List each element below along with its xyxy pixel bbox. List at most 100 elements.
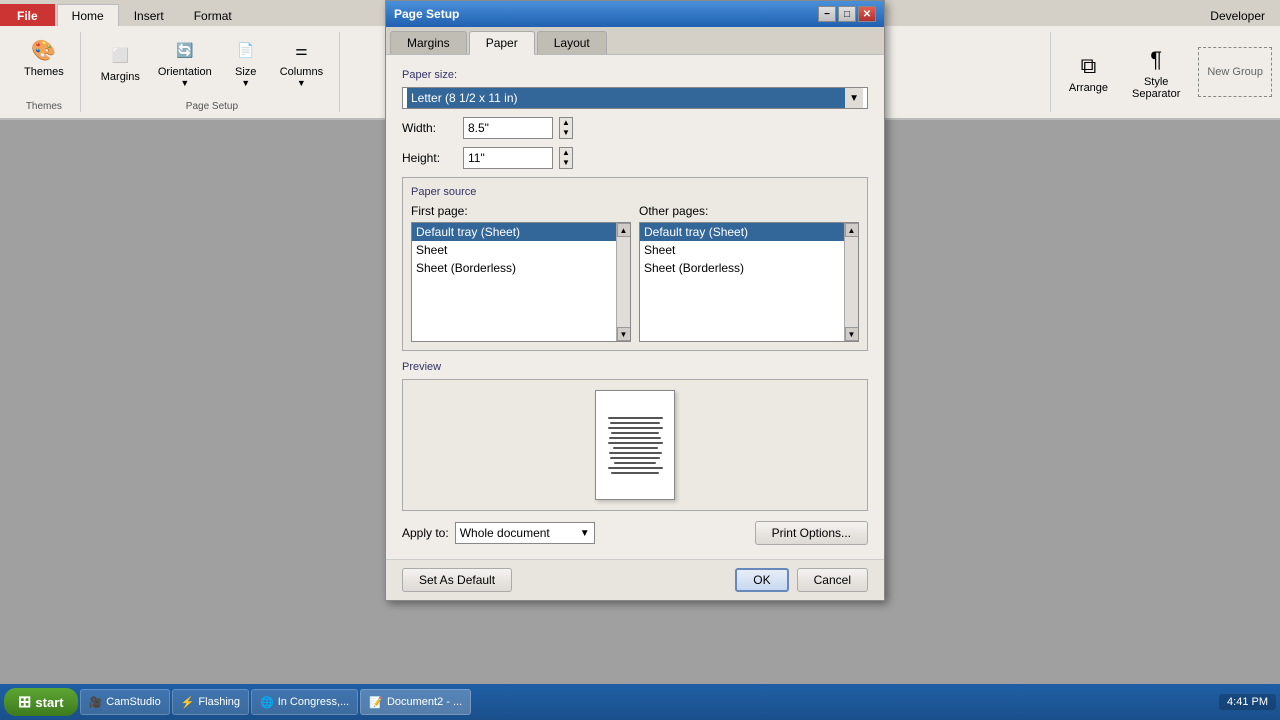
preview-box — [402, 379, 868, 511]
apply-to-select[interactable]: Whole document ▼ — [455, 522, 595, 544]
first-page-scrollbar[interactable]: ▲ ▼ — [616, 223, 630, 341]
height-label: Height: — [402, 151, 457, 165]
height-spinner[interactable]: ▲ ▼ — [559, 147, 573, 169]
other-page-item-1[interactable]: Sheet — [640, 241, 858, 259]
arrange-button[interactable]: ⧉ Arrange — [1063, 48, 1114, 96]
paper-size-row: Letter (8 1/2 x 11 in) ▼ — [402, 87, 868, 109]
orientation-button[interactable]: 🔄 Orientation ▼ — [152, 32, 218, 90]
ok-button[interactable]: OK — [735, 568, 788, 592]
preview-line-2 — [610, 422, 660, 424]
size-icon: 📄 — [230, 34, 262, 66]
scrollbar-up-icon[interactable]: ▲ — [617, 223, 631, 237]
themes-icon: 🎨 — [28, 34, 60, 66]
other-pages-list[interactable]: Default tray (Sheet) Sheet Sheet (Border… — [639, 222, 859, 342]
themes-group-label: Themes — [26, 101, 62, 112]
other-pages-scrollbar[interactable]: ▲ ▼ — [844, 223, 858, 341]
taskbar-item-flashing[interactable]: ⚡ Flashing — [172, 689, 249, 715]
themes-button[interactable]: 🎨 Themes — [18, 32, 70, 80]
apply-row: Apply to: Whole document ▼ Print Options… — [402, 521, 868, 545]
taskbar-item-camstudio[interactable]: 🎥 CamStudio — [80, 689, 170, 715]
ribbon-group-page-setup: ⬜ Margins 🔄 Orientation ▼ 📄 Size ▼ ⚌ Col… — [85, 32, 340, 112]
first-page-list[interactable]: Default tray (Sheet) Sheet Sheet (Border… — [411, 222, 631, 342]
flashing-icon: ⚡ — [181, 696, 195, 709]
preview-line-10 — [614, 462, 656, 464]
width-spinner[interactable]: ▲ ▼ — [559, 117, 573, 139]
height-input[interactable]: 11" — [463, 147, 553, 169]
print-options-button[interactable]: Print Options... — [755, 521, 868, 545]
tab-layout[interactable]: Layout — [537, 31, 607, 54]
scrollbar-down-icon[interactable]: ▼ — [617, 327, 631, 341]
orientation-icon: 🔄 — [169, 34, 201, 66]
page-setup-dialog: Page Setup − □ ✕ Margins Paper Layout Pa… — [385, 0, 885, 601]
taskbar: ⊞ start 🎥 CamStudio ⚡ Flashing 🌐 In Cong… — [0, 684, 1280, 720]
camstudio-icon: 🎥 — [89, 696, 103, 709]
preview-paper — [595, 390, 675, 500]
first-page-item-2[interactable]: Sheet (Borderless) — [412, 259, 630, 277]
size-button[interactable]: 📄 Size ▼ — [224, 32, 268, 90]
minimize-button[interactable]: − — [818, 6, 836, 22]
paper-size-select[interactable]: Letter (8 1/2 x 11 in) ▼ — [402, 87, 868, 109]
close-button[interactable]: ✕ — [858, 6, 876, 22]
other-scrollbar-down-icon[interactable]: ▼ — [845, 327, 859, 341]
tab-format[interactable]: Format — [179, 4, 247, 26]
style-separator-button[interactable]: ¶ StyleSeparator — [1126, 42, 1186, 102]
dialog-title-buttons: − □ ✕ — [818, 6, 876, 22]
first-page-item-1[interactable]: Sheet — [412, 241, 630, 259]
preview-label: Preview — [402, 361, 868, 373]
apply-label: Apply to: — [402, 526, 449, 540]
preview-line-7 — [613, 447, 658, 449]
columns-icon: ⚌ — [285, 34, 317, 66]
congress-icon: 🌐 — [260, 696, 274, 709]
preview-line-4 — [611, 432, 659, 434]
taskbar-right: 4:41 PM — [1219, 694, 1276, 710]
developer-ribbon-section: ⧉ Arrange ¶ StyleSeparator New Group — [1050, 32, 1272, 112]
dialog-tab-bar: Margins Paper Layout — [386, 27, 884, 55]
preview-line-8 — [609, 452, 662, 454]
preview-line-9 — [610, 457, 660, 459]
tab-insert[interactable]: Insert — [119, 4, 179, 26]
preview-line-11 — [608, 467, 663, 469]
apply-dropdown-icon: ▼ — [580, 528, 590, 539]
other-pages-col: Other pages: Default tray (Sheet) Sheet … — [639, 204, 859, 342]
set-as-default-button[interactable]: Set As Default — [402, 568, 512, 592]
preview-line-6 — [608, 442, 663, 444]
tab-paper[interactable]: Paper — [469, 31, 535, 55]
new-group-box: New Group — [1198, 47, 1272, 97]
margins-button[interactable]: ⬜ Margins — [95, 37, 146, 85]
tab-home[interactable]: Home — [57, 4, 119, 27]
apply-left: Apply to: Whole document ▼ — [402, 522, 595, 544]
cancel-button[interactable]: Cancel — [797, 568, 868, 592]
tab-file[interactable]: File — [0, 4, 55, 26]
start-button[interactable]: ⊞ start — [4, 688, 78, 716]
preview-line-5 — [609, 437, 661, 439]
paper-source-label: Paper source — [411, 186, 859, 198]
preview-line-1 — [608, 417, 663, 419]
ribbon-group-themes: 🎨 Themes Themes — [8, 32, 81, 112]
first-page-item-0[interactable]: Default tray (Sheet) — [412, 223, 630, 241]
dialog-titlebar: Page Setup − □ ✕ — [386, 1, 884, 27]
width-row: Width: 8.5" ▲ ▼ — [402, 117, 868, 139]
tab-developer[interactable]: Developer — [1195, 4, 1280, 26]
paper-size-dropdown-icon: ▼ — [845, 88, 863, 108]
paper-source-section: Paper source First page: Default tray (S… — [402, 177, 868, 351]
height-row: Height: 11" ▲ ▼ — [402, 147, 868, 169]
paper-size-section-label: Paper size: — [402, 69, 868, 81]
arrange-icon: ⧉ — [1072, 50, 1104, 82]
other-page-item-2[interactable]: Sheet (Borderless) — [640, 259, 858, 277]
other-page-item-0[interactable]: Default tray (Sheet) — [640, 223, 858, 241]
dialog-title: Page Setup — [394, 7, 459, 21]
other-scrollbar-up-icon[interactable]: ▲ — [845, 223, 859, 237]
width-label: Width: — [402, 121, 457, 135]
taskbar-item-document[interactable]: 📝 Document2 - ... — [360, 689, 471, 715]
paper-size-value: Letter (8 1/2 x 11 in) — [407, 88, 845, 108]
start-orb: ⊞ — [18, 692, 31, 712]
document-icon: 📝 — [369, 696, 383, 709]
taskbar-item-congress[interactable]: 🌐 In Congress,... — [251, 689, 358, 715]
tab-margins[interactable]: Margins — [390, 31, 467, 54]
columns-button[interactable]: ⚌ Columns ▼ — [274, 32, 329, 90]
width-input[interactable]: 8.5" — [463, 117, 553, 139]
maximize-button[interactable]: □ — [838, 6, 856, 22]
dialog-body: Paper size: Letter (8 1/2 x 11 in) ▼ Wid… — [386, 55, 884, 559]
first-page-label: First page: — [411, 204, 631, 218]
clock: 4:41 PM — [1219, 694, 1276, 710]
